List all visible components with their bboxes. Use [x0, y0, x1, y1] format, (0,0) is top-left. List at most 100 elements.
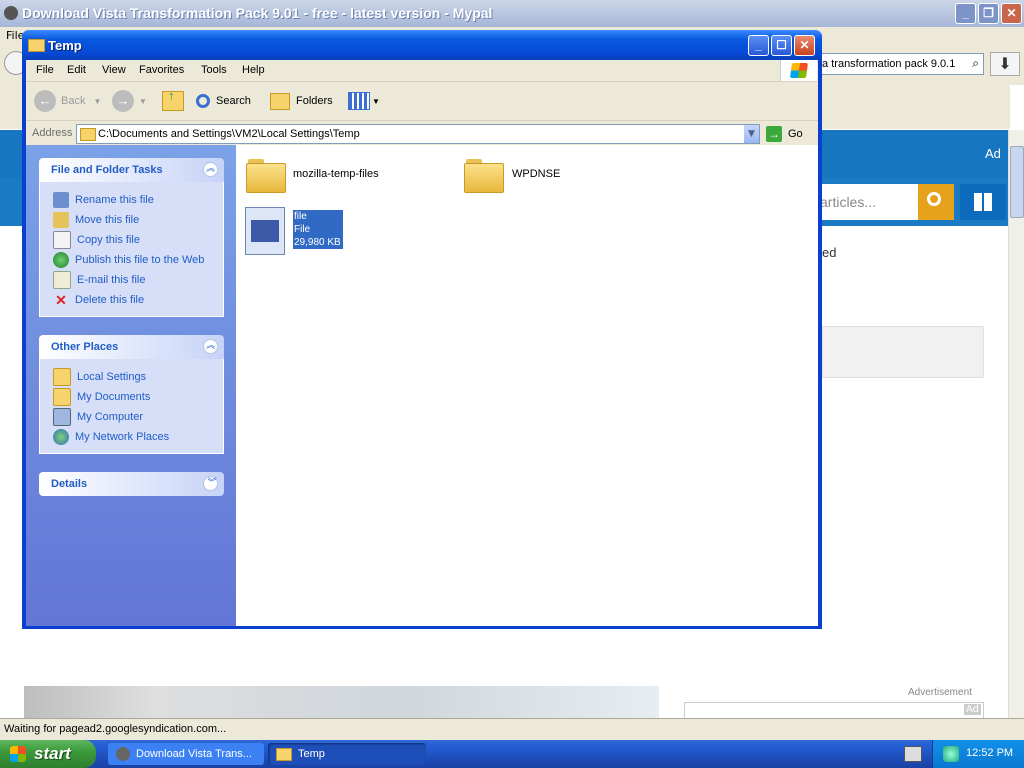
folders-button[interactable]: Folders: [270, 90, 333, 112]
task-label: E-mail this file: [77, 274, 146, 286]
browser-scrollbar-thumb[interactable]: [1010, 146, 1024, 218]
delete-icon: ✕: [55, 292, 67, 308]
my-computer-icon: [53, 408, 71, 426]
close-button[interactable]: ✕: [794, 35, 815, 56]
panel-title: Other Places: [51, 341, 119, 353]
folder-icon[interactable]: [246, 157, 286, 193]
go-label: Go: [788, 128, 803, 140]
menu-tools[interactable]: Tools: [201, 64, 227, 76]
chevron-down-icon: ▼: [372, 96, 380, 106]
windows-icon[interactable]: [960, 184, 1006, 220]
browser-statusbar: Waiting for pagead2.googlesyndication.co…: [0, 718, 1024, 741]
browser-titlebar: Download Vista Transformation Pack 9.01 …: [0, 0, 1024, 27]
browser-app-icon: [4, 6, 18, 20]
page-content-box: [822, 326, 984, 378]
task-label: Publish this file to the Web: [75, 254, 205, 266]
forward-button[interactable]: → ▼: [112, 90, 147, 112]
place-label: Local Settings: [77, 371, 147, 383]
task-label: Copy this file: [77, 234, 140, 246]
back-arrow-icon: ←: [34, 90, 56, 112]
up-folder-icon: ↑: [162, 88, 184, 111]
details-header[interactable]: Details ︾: [39, 472, 224, 496]
keyboard-icon[interactable]: [904, 746, 922, 762]
go-button[interactable]: → Go: [766, 125, 803, 143]
file-icon[interactable]: [245, 207, 285, 255]
site-search-button[interactable]: [918, 184, 954, 220]
search-icon: [196, 94, 210, 108]
task-delete[interactable]: ✕ Delete this file: [40, 290, 223, 310]
selected-file-label[interactable]: file File 29,980 KB: [293, 210, 343, 249]
forward-arrow-icon: →: [112, 90, 134, 112]
page-banner-image: [24, 686, 659, 718]
explorer-title: Temp: [48, 38, 82, 53]
task-label: Temp: [298, 748, 325, 760]
back-label: Back: [61, 95, 86, 107]
start-button[interactable]: start: [0, 740, 96, 768]
my-documents-icon: [53, 388, 71, 406]
panel-title: File and Folder Tasks: [51, 164, 163, 176]
views-button[interactable]: ▼: [348, 90, 380, 112]
start-label: start: [34, 744, 71, 763]
place-label: My Network Places: [75, 431, 170, 443]
file-size: 29,980 KB: [294, 237, 341, 248]
taskbar-item-temp[interactable]: Temp: [268, 743, 426, 765]
browser-app-icon: [116, 747, 130, 761]
place-my-documents[interactable]: My Documents: [40, 387, 223, 407]
task-email[interactable]: E-mail this file: [40, 270, 223, 290]
browser-url-field[interactable]: ta transformation pack 9.0.1 ⌕: [812, 53, 984, 75]
maximize-button[interactable]: ☐: [771, 35, 792, 56]
explorer-toolbar: ← Back ▼ → ▼ ↑ Search Folders ▼: [26, 82, 818, 121]
folder-icon: [276, 747, 292, 761]
up-folder-button[interactable]: ↑: [162, 88, 184, 112]
folder-icon: [53, 368, 71, 386]
page-text-fragment: ed: [822, 245, 837, 260]
task-label: Download Vista Trans...: [136, 748, 252, 760]
menu-help[interactable]: Help: [242, 64, 265, 76]
browser-minimize-button[interactable]: _: [955, 3, 976, 24]
menu-file[interactable]: File: [36, 64, 54, 76]
task-move[interactable]: Move this file: [40, 210, 223, 230]
place-my-computer[interactable]: My Computer: [40, 407, 223, 427]
search-icon: ⌕: [972, 56, 979, 70]
chevron-up-icon[interactable]: ︽: [203, 162, 218, 177]
task-publish[interactable]: Publish this file to the Web: [40, 250, 223, 270]
move-icon: [53, 212, 69, 228]
address-path: C:\Documents and Settings\VM2\Local Sett…: [98, 128, 360, 140]
minimize-button[interactable]: _: [748, 35, 769, 56]
browser-maximize-button[interactable]: ❐: [978, 3, 999, 24]
taskbar-item-browser[interactable]: Download Vista Trans...: [108, 743, 264, 765]
clock: 12:52 PM: [966, 747, 1014, 759]
windows-logo-icon: [10, 746, 26, 762]
search-button[interactable]: Search: [196, 90, 251, 112]
browser-status-text: Waiting for pagead2.googlesyndication.co…: [4, 723, 227, 735]
address-dropdown-button[interactable]: ▼: [744, 125, 759, 143]
place-local-settings[interactable]: Local Settings: [40, 367, 223, 387]
chevron-down-icon[interactable]: ︾: [203, 476, 218, 491]
menu-favorites[interactable]: Favorites: [139, 64, 184, 76]
chevron-down-icon: ▼: [139, 96, 147, 106]
task-copy[interactable]: Copy this file: [40, 230, 223, 250]
menu-edit[interactable]: Edit: [67, 64, 86, 76]
back-button[interactable]: ← Back ▼: [34, 90, 101, 112]
folder-icon: [28, 39, 45, 52]
place-network[interactable]: My Network Places: [40, 427, 223, 447]
place-label: My Documents: [77, 391, 151, 403]
folder-icon: [80, 128, 96, 141]
menu-view[interactable]: View: [102, 64, 126, 76]
file-folder-tasks-header[interactable]: File and Folder Tasks ︽: [39, 158, 224, 182]
globe-icon: [53, 252, 69, 268]
folder-icon[interactable]: [464, 157, 504, 193]
task-rename[interactable]: Rename this file: [40, 190, 223, 210]
folder-name-wpdnse[interactable]: WPDNSE: [512, 168, 560, 180]
task-label: Rename this file: [75, 194, 154, 206]
site-search-input[interactable]: articles...: [818, 184, 918, 220]
browser-scrollbar[interactable]: [1008, 130, 1024, 718]
download-button[interactable]: ⬇: [990, 52, 1020, 76]
explorer-titlebar[interactable]: Temp _ ☐ ✕: [22, 30, 822, 60]
chevron-up-icon[interactable]: ︽: [203, 339, 218, 354]
browser-close-button[interactable]: ✕: [1001, 3, 1022, 24]
other-places-header[interactable]: Other Places ︽: [39, 335, 224, 359]
browser-title: Download Vista Transformation Pack 9.01 …: [22, 5, 493, 21]
network-tray-icon[interactable]: [943, 746, 959, 762]
folder-name-mozilla[interactable]: mozilla-temp-files: [293, 168, 379, 180]
